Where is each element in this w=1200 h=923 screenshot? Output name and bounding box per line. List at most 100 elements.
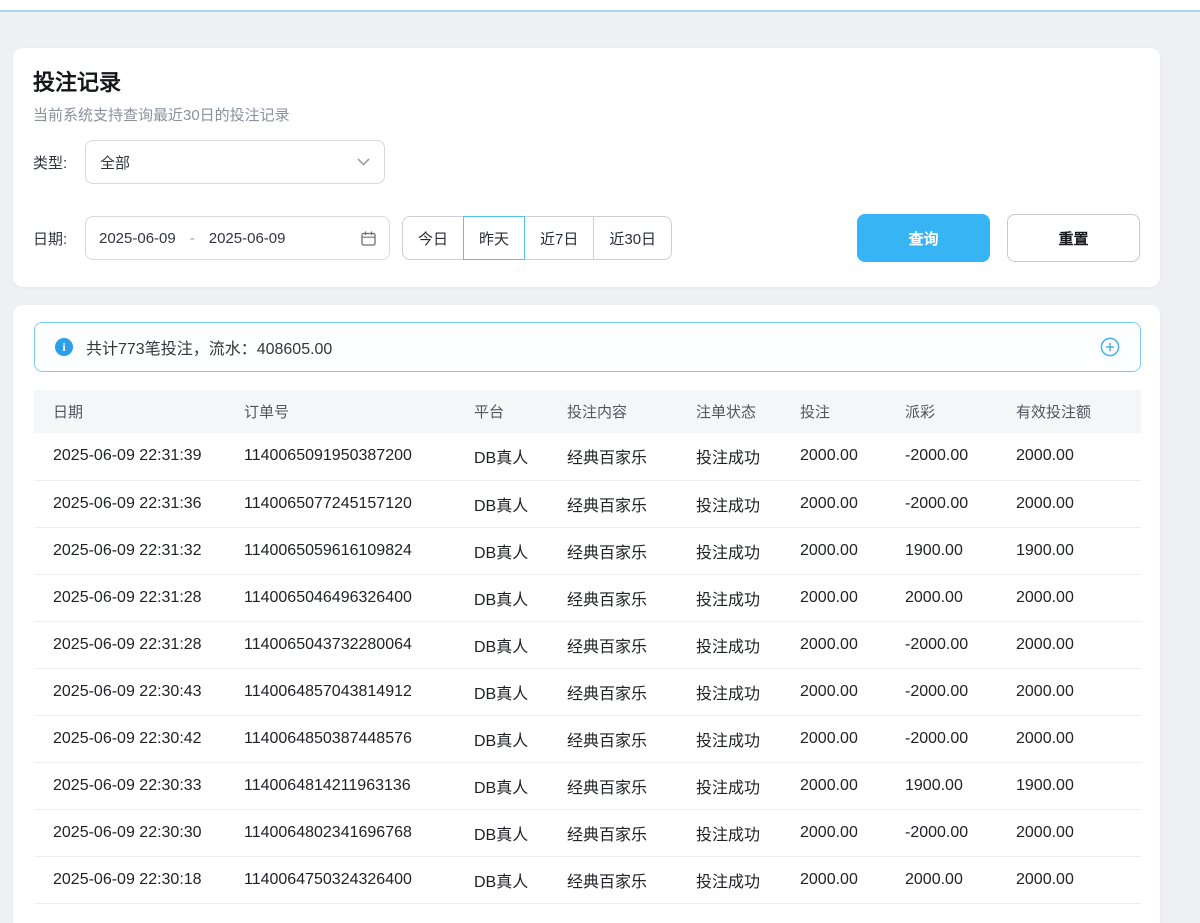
cell-bet-status: 投注成功 (696, 574, 800, 621)
table-row: 2025-06-09 22:30:181140064750324326400DB… (34, 856, 1141, 903)
quick-range-button-0[interactable]: 今日 (402, 216, 464, 260)
cell-date: 2025-06-09 22:30:30 (34, 809, 244, 856)
cell-payout: -2000.00 (905, 480, 1016, 527)
top-accent-line (0, 10, 1200, 12)
cell-date: 2025-06-09 22:31:36 (34, 480, 244, 527)
cell-date: 2025-06-09 22:31:32 (34, 527, 244, 574)
cell-order-number: 1140065043732280064 (244, 621, 474, 668)
cell-bet-amount: 2000.00 (800, 574, 905, 621)
cell-bet-amount: 2000.00 (800, 433, 905, 480)
cell-date: 2025-06-09 22:31:39 (34, 433, 244, 480)
cell-date: 2025-06-09 22:31:28 (34, 574, 244, 621)
summary-text: 共计773笔投注，流水：408605.00 (86, 335, 332, 359)
cell-payout: -2000.00 (905, 668, 1016, 715)
cell-platform: DB真人 (474, 574, 567, 621)
cell-bet-content: 经典百家乐 (567, 809, 696, 856)
cell-valid-amount: 1900.00 (1016, 527, 1141, 574)
cell-bet-content: 经典百家乐 (567, 856, 696, 903)
table-row: 2025-06-09 22:31:281140065046496326400DB… (34, 574, 1141, 621)
reset-button[interactable]: 重置 (1007, 214, 1140, 262)
cell-bet-amount: 2000.00 (800, 480, 905, 527)
table-row: 2025-06-09 22:30:421140064850387448576DB… (34, 715, 1141, 762)
cell-bet-status: 投注成功 (696, 621, 800, 668)
top-strip (0, 0, 1200, 10)
cell-order-number: 1140065059616109824 (244, 527, 474, 574)
table-header-row: 日期订单号平台投注内容注单状态投注派彩有效投注额 (34, 390, 1141, 433)
date-range-input[interactable]: 2025-06-09 - 2025-06-09 (85, 216, 390, 260)
records-table: 日期订单号平台投注内容注单状态投注派彩有效投注额 2025-06-09 22:3… (34, 390, 1141, 904)
table-row: 2025-06-09 22:31:361140065077245157120DB… (34, 480, 1141, 527)
cell-platform: DB真人 (474, 480, 567, 527)
cell-bet-status: 投注成功 (696, 433, 800, 480)
column-header: 投注 (800, 390, 905, 433)
cell-valid-amount: 2000.00 (1016, 480, 1141, 527)
cell-bet-amount: 2000.00 (800, 762, 905, 809)
records-card: i 共计773笔投注，流水：408605.00 日期订单号平台投注内容注单状态投… (13, 305, 1160, 923)
cell-bet-amount: 2000.00 (800, 856, 905, 903)
cell-order-number: 1140065046496326400 (244, 574, 474, 621)
cell-bet-content: 经典百家乐 (567, 574, 696, 621)
cell-valid-amount: 2000.00 (1016, 856, 1141, 903)
cell-valid-amount: 2000.00 (1016, 715, 1141, 762)
cell-bet-status: 投注成功 (696, 668, 800, 715)
quick-range-group: 今日昨天近7日近30日 (402, 216, 672, 260)
cell-valid-amount: 2000.00 (1016, 668, 1141, 715)
cell-bet-content: 经典百家乐 (567, 527, 696, 574)
cell-payout: -2000.00 (905, 433, 1016, 480)
cell-bet-amount: 2000.00 (800, 809, 905, 856)
cell-bet-amount: 2000.00 (800, 668, 905, 715)
column-header: 投注内容 (567, 390, 696, 433)
cell-bet-content: 经典百家乐 (567, 621, 696, 668)
cell-bet-content: 经典百家乐 (567, 762, 696, 809)
cell-payout: 2000.00 (905, 856, 1016, 903)
column-header: 派彩 (905, 390, 1016, 433)
column-header: 日期 (34, 390, 244, 433)
type-select[interactable]: 全部 (85, 140, 385, 184)
column-header: 平台 (474, 390, 567, 433)
cell-bet-amount: 2000.00 (800, 715, 905, 762)
cell-valid-amount: 2000.00 (1016, 574, 1141, 621)
calendar-icon (361, 231, 376, 246)
date-range-separator: - (190, 230, 195, 247)
quick-range-button-3[interactable]: 近30日 (593, 216, 672, 260)
cell-bet-content: 经典百家乐 (567, 715, 696, 762)
column-header: 订单号 (244, 390, 474, 433)
table-row: 2025-06-09 22:31:391140065091950387200DB… (34, 433, 1141, 480)
cell-order-number: 1140064857043814912 (244, 668, 474, 715)
cell-payout: 1900.00 (905, 762, 1016, 809)
plus-circle-icon[interactable] (1100, 337, 1120, 357)
cell-payout: -2000.00 (905, 621, 1016, 668)
type-label: 类型: (33, 152, 85, 173)
filter-card: 投注记录 当前系统支持查询最近30日的投注记录 类型: 全部 日期: 2025-… (13, 48, 1160, 287)
cell-platform: DB真人 (474, 527, 567, 574)
cell-platform: DB真人 (474, 762, 567, 809)
page-subtitle: 当前系统支持查询最近30日的投注记录 (33, 106, 1140, 126)
quick-range-button-2[interactable]: 近7日 (524, 216, 594, 260)
type-select-value: 全部 (100, 152, 130, 173)
search-button[interactable]: 查询 (857, 214, 990, 262)
cell-platform: DB真人 (474, 433, 567, 480)
cell-platform: DB真人 (474, 809, 567, 856)
table-row: 2025-06-09 22:30:301140064802341696768DB… (34, 809, 1141, 856)
cell-platform: DB真人 (474, 621, 567, 668)
cell-bet-amount: 2000.00 (800, 621, 905, 668)
cell-payout: -2000.00 (905, 809, 1016, 856)
table-row: 2025-06-09 22:31:281140065043732280064DB… (34, 621, 1141, 668)
cell-bet-status: 投注成功 (696, 809, 800, 856)
info-icon: i (55, 338, 73, 356)
cell-date: 2025-06-09 22:30:18 (34, 856, 244, 903)
cell-valid-amount: 1900.00 (1016, 762, 1141, 809)
quick-range-button-1[interactable]: 昨天 (463, 216, 525, 260)
cell-bet-content: 经典百家乐 (567, 433, 696, 480)
cell-bet-status: 投注成功 (696, 715, 800, 762)
table-row: 2025-06-09 22:30:431140064857043814912DB… (34, 668, 1141, 715)
cell-platform: DB真人 (474, 715, 567, 762)
cell-date: 2025-06-09 22:31:28 (34, 621, 244, 668)
cell-bet-status: 投注成功 (696, 762, 800, 809)
summary-banner: i 共计773笔投注，流水：408605.00 (34, 322, 1141, 372)
date-label: 日期: (33, 228, 85, 249)
cell-bet-status: 投注成功 (696, 527, 800, 574)
cell-date: 2025-06-09 22:30:42 (34, 715, 244, 762)
cell-bet-content: 经典百家乐 (567, 668, 696, 715)
cell-date: 2025-06-09 22:30:33 (34, 762, 244, 809)
